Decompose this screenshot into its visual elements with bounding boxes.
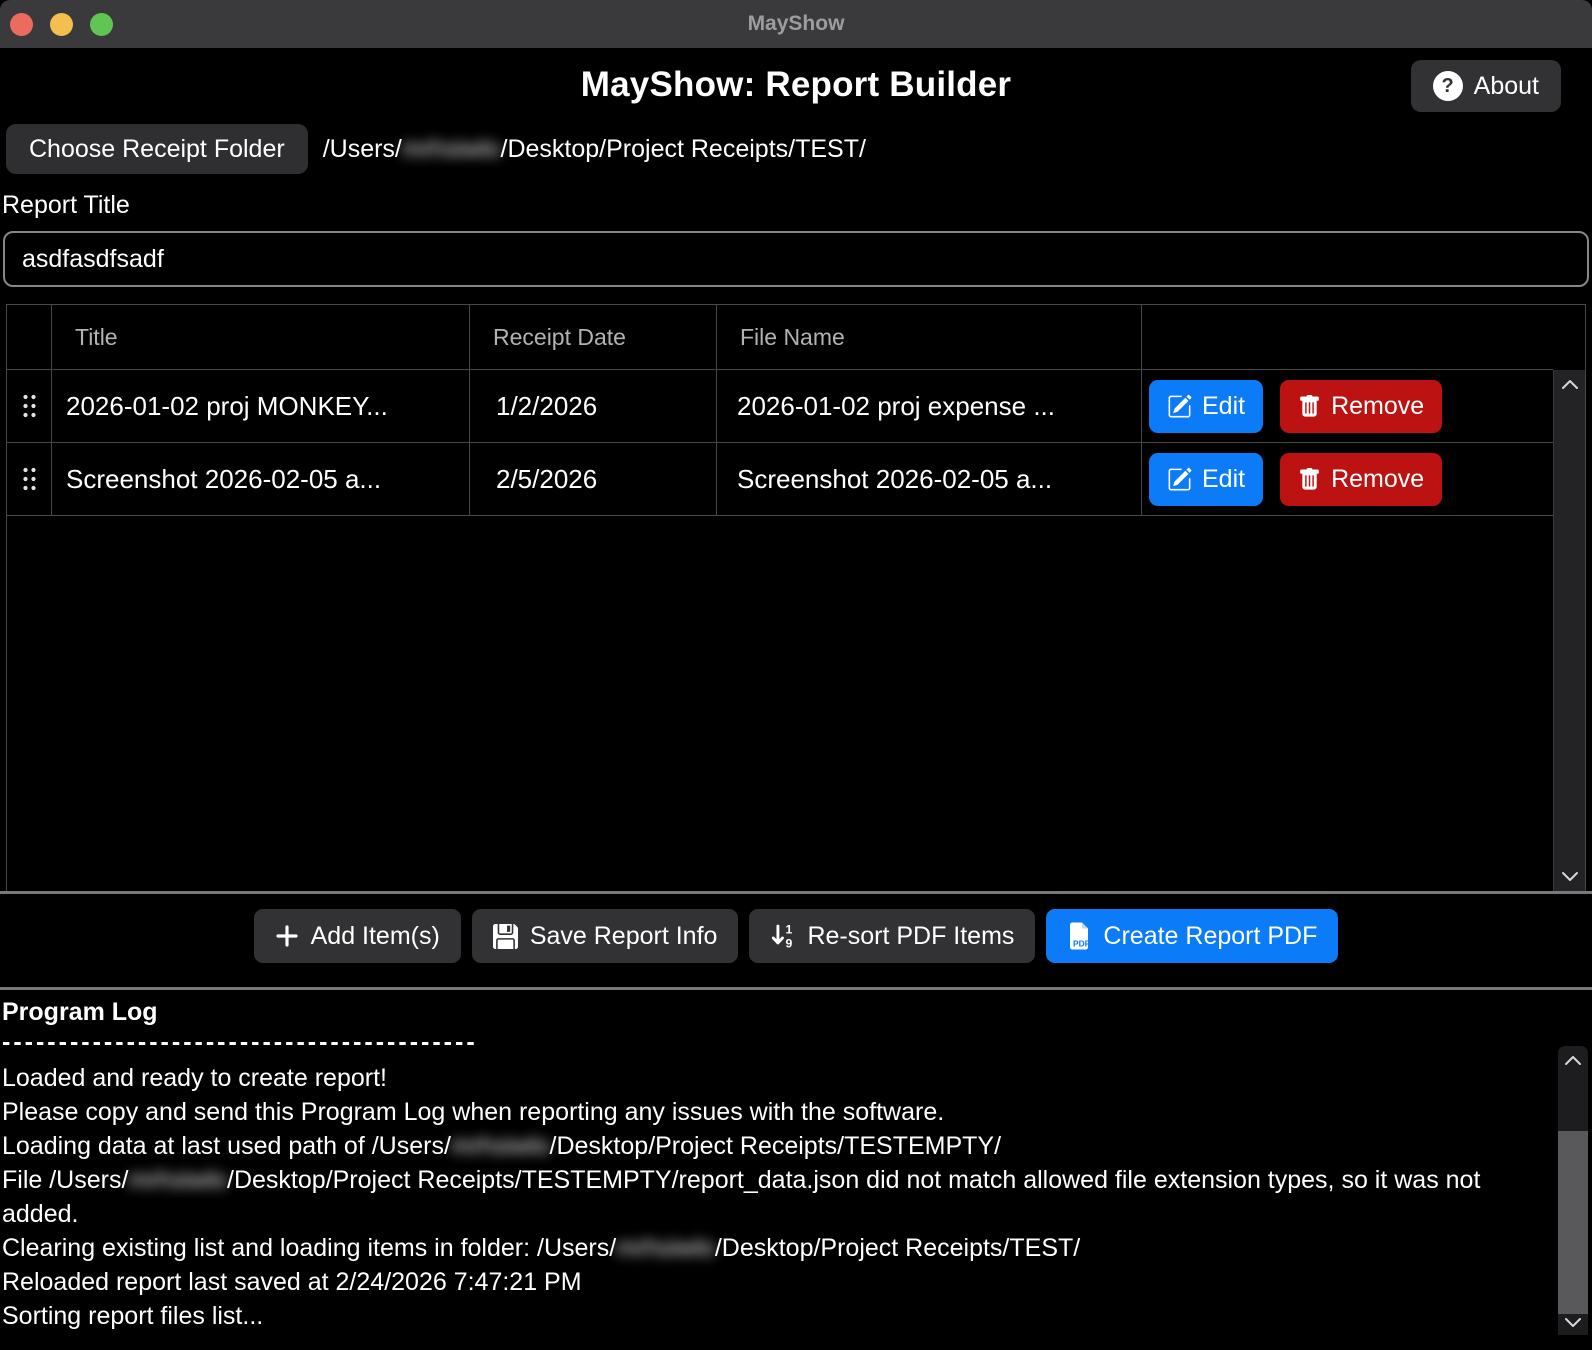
table-bottom-divider bbox=[0, 891, 1592, 894]
row-file-cell: 2026-01-02 proj expense ... bbox=[716, 370, 1141, 442]
table-header-handle bbox=[7, 305, 51, 369]
edit-button-label: Edit bbox=[1202, 392, 1245, 421]
row-date-cell: 2/5/2026 bbox=[469, 443, 716, 515]
choose-receipt-folder-button[interactable]: Choose Receipt Folder bbox=[6, 124, 308, 174]
scroll-down-icon[interactable] bbox=[1561, 871, 1579, 882]
floppy-save-icon bbox=[493, 924, 518, 949]
pencil-square-icon bbox=[1167, 467, 1192, 492]
remove-button[interactable]: Remove bbox=[1280, 453, 1442, 506]
scroll-down-icon[interactable] bbox=[1564, 1317, 1582, 1328]
page-title: MayShow: Report Builder bbox=[581, 65, 1011, 105]
resort-pdf-items-button[interactable]: 19 Re-sort PDF Items bbox=[749, 909, 1035, 963]
trash-icon bbox=[1298, 467, 1321, 492]
text-segment: File /Users/ bbox=[2, 1166, 128, 1194]
create-report-pdf-button[interactable]: PDF Create Report PDF bbox=[1046, 909, 1338, 963]
text-segment: /Desktop/Project Receipts/TEST/ bbox=[715, 1234, 1080, 1262]
redacted-text: mrhsiwlo bbox=[128, 1166, 227, 1194]
create-report-pdf-label: Create Report PDF bbox=[1103, 922, 1317, 951]
log-line: Sorting report files list... bbox=[2, 1299, 1507, 1333]
close-window-icon[interactable] bbox=[10, 13, 33, 36]
log-divider-line: ----------------------------------------… bbox=[2, 1027, 1592, 1057]
table-row: Screenshot 2026-02-05 a... 2/5/2026 Scre… bbox=[7, 443, 1553, 516]
trash-icon bbox=[1298, 394, 1321, 419]
table-header-row: Title Receipt Date File Name bbox=[7, 305, 1553, 370]
pdf-file-icon: PDF bbox=[1067, 922, 1091, 950]
log-line: Loading data at last used path of /Users… bbox=[2, 1129, 1507, 1163]
window-title: MayShow bbox=[748, 12, 845, 36]
window-controls bbox=[10, 13, 113, 36]
row-file-cell: Screenshot 2026-02-05 a... bbox=[716, 443, 1141, 515]
table-header-title: Title bbox=[51, 305, 469, 369]
scroll-up-icon[interactable] bbox=[1564, 1055, 1582, 1066]
add-items-button[interactable]: Add Item(s) bbox=[254, 909, 461, 963]
row-actions-cell: Edit Remove bbox=[1141, 370, 1553, 442]
remove-button[interactable]: Remove bbox=[1280, 380, 1442, 433]
log-line: Clearing existing list and loading items… bbox=[2, 1231, 1507, 1265]
sort-numeric-down-icon: 19 bbox=[770, 923, 795, 949]
text-segment: /Desktop/Project Receipts/TESTEMPTY/ bbox=[550, 1132, 1002, 1160]
receipt-folder-path: /Users/mrhsiwlo/Desktop/Project Receipts… bbox=[323, 135, 866, 164]
about-button-label: About bbox=[1474, 72, 1539, 101]
edit-button[interactable]: Edit bbox=[1149, 453, 1263, 506]
table-scrollbar[interactable] bbox=[1553, 370, 1585, 891]
table-row: 2026-01-02 proj MONKEY... 1/2/2026 2026-… bbox=[7, 370, 1553, 443]
scrollbar-thumb[interactable] bbox=[1558, 1131, 1588, 1314]
pencil-square-icon bbox=[1167, 394, 1192, 419]
log-line: File /Users/mrhsiwlo/Desktop/Project Rec… bbox=[2, 1163, 1507, 1231]
log-line: Reloaded report last saved at 2/24/2026 … bbox=[2, 1265, 1507, 1299]
remove-button-label: Remove bbox=[1331, 465, 1424, 494]
drag-handle-icon[interactable] bbox=[7, 443, 51, 515]
edit-button-label: Edit bbox=[1202, 465, 1245, 494]
program-log: Program Log ----------------------------… bbox=[0, 990, 1592, 1335]
redacted-text: mrhsiwlo bbox=[616, 1234, 715, 1262]
text-segment: /Desktop/Project Receipts/TEST/ bbox=[501, 135, 866, 163]
text-segment: Please copy and send this Program Log wh… bbox=[2, 1098, 944, 1126]
svg-text:9: 9 bbox=[786, 936, 793, 949]
table-rows: 2026-01-02 proj MONKEY... 1/2/2026 2026-… bbox=[7, 370, 1553, 516]
redacted-text: mrhsiwlo bbox=[402, 135, 501, 163]
log-line: Please copy and send this Program Log wh… bbox=[2, 1095, 1507, 1129]
svg-text:1: 1 bbox=[786, 923, 793, 937]
save-report-info-label: Save Report Info bbox=[530, 922, 718, 951]
text-segment: Clearing existing list and loading items… bbox=[2, 1234, 616, 1262]
question-circle-icon: ? bbox=[1433, 71, 1463, 101]
program-log-heading: Program Log bbox=[2, 998, 1592, 1027]
report-title-input[interactable] bbox=[3, 231, 1589, 287]
row-actions-cell: Edit Remove bbox=[1141, 443, 1553, 515]
remove-button-label: Remove bbox=[1331, 392, 1424, 421]
svg-text:PDF: PDF bbox=[1073, 939, 1090, 949]
table-header-file: File Name bbox=[716, 305, 1141, 369]
text-segment: Reloaded report last saved at 2/24/2026 … bbox=[2, 1268, 582, 1296]
row-title-cell: Screenshot 2026-02-05 a... bbox=[51, 443, 469, 515]
log-entries: Loaded and ready to create report! Please… bbox=[2, 1061, 1507, 1333]
about-button[interactable]: ? About bbox=[1411, 60, 1561, 112]
table-header-date: Receipt Date bbox=[469, 305, 716, 369]
receipt-items-table: Title Receipt Date File Name 2026-01-02 … bbox=[6, 304, 1586, 891]
text-segment: /Users/ bbox=[323, 135, 402, 163]
report-title-label: Report Title bbox=[2, 191, 1592, 220]
plus-icon bbox=[275, 924, 299, 948]
drag-handle-icon[interactable] bbox=[7, 370, 51, 442]
log-scrollbar[interactable] bbox=[1558, 1046, 1588, 1335]
resort-pdf-items-label: Re-sort PDF Items bbox=[807, 922, 1014, 951]
header: MayShow: Report Builder ? About bbox=[0, 48, 1592, 122]
redacted-text: mrhsiwlo bbox=[451, 1132, 550, 1160]
toolbar: Add Item(s) Save Report Info 19 Re-sort … bbox=[0, 909, 1592, 963]
edit-button[interactable]: Edit bbox=[1149, 380, 1263, 433]
titlebar: MayShow bbox=[0, 0, 1592, 48]
text-segment: Loading data at last used path of /Users… bbox=[2, 1132, 451, 1160]
zoom-window-icon[interactable] bbox=[90, 13, 113, 36]
minimize-window-icon[interactable] bbox=[50, 13, 73, 36]
log-line: Loaded and ready to create report! bbox=[2, 1061, 1507, 1095]
text-segment: Loaded and ready to create report! bbox=[2, 1064, 387, 1092]
text-segment: Sorting report files list... bbox=[2, 1302, 263, 1330]
row-date-cell: 1/2/2026 bbox=[469, 370, 716, 442]
scroll-up-icon[interactable] bbox=[1561, 379, 1579, 390]
table-main: Title Receipt Date File Name 2026-01-02 … bbox=[7, 305, 1553, 891]
add-items-label: Add Item(s) bbox=[311, 922, 440, 951]
receipt-folder-row: Choose Receipt Folder /Users/mrhsiwlo/De… bbox=[6, 124, 1592, 174]
row-title-cell: 2026-01-02 proj MONKEY... bbox=[51, 370, 469, 442]
table-header-actions bbox=[1141, 305, 1553, 369]
save-report-info-button[interactable]: Save Report Info bbox=[472, 909, 739, 963]
